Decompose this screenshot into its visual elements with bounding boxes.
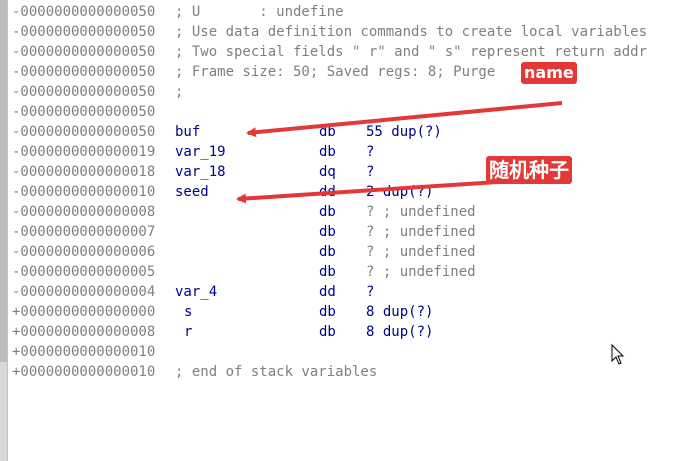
- row-offset: +0000000000000008: [12, 324, 156, 340]
- row-offset: -0000000000000050: [12, 44, 156, 60]
- stack-row[interactable]: -0000000000000008 db ? ; undefined: [12, 202, 679, 222]
- variable-size: 8 dup(?): [366, 304, 434, 320]
- variable-size: 2 dup(?): [366, 184, 434, 200]
- variable-type: db: [319, 224, 336, 240]
- variable-size: ?: [366, 284, 375, 300]
- variable-size: ? ; undefined: [366, 244, 476, 260]
- row-offset: -0000000000000010: [12, 184, 156, 200]
- stack-row[interactable]: -0000000000000010 seed dd 2 dup(?): [12, 182, 679, 202]
- row-comment: ;: [175, 84, 184, 100]
- row-offset: +0000000000000000: [12, 304, 156, 320]
- variable-type: db: [319, 264, 336, 280]
- variable-type: dd: [319, 284, 336, 300]
- variable-name[interactable]: seed: [175, 182, 209, 202]
- variable-size: ? ; undefined: [366, 224, 476, 240]
- stack-row[interactable]: -0000000000000005 db ? ; undefined: [12, 262, 679, 282]
- variable-name[interactable]: r: [184, 322, 192, 342]
- variable-size: ? ; undefined: [366, 264, 476, 280]
- scrollbar-thumb[interactable]: [0, 0, 7, 362]
- variable-name[interactable]: var_4: [175, 282, 217, 302]
- stack-row[interactable]: +0000000000000010: [12, 342, 679, 362]
- stack-row[interactable]: -0000000000000019 var_19 db?: [12, 142, 679, 162]
- variable-size: ?: [366, 144, 375, 160]
- stack-row[interactable]: -0000000000000006 db ? ; undefined: [12, 242, 679, 262]
- stack-row[interactable]: -0000000000000007 db ? ; undefined: [12, 222, 679, 242]
- variable-type: db: [319, 144, 336, 160]
- scrollbar-gutter[interactable]: [0, 0, 8, 461]
- annotation-label-random-seed: 随机种子: [486, 156, 572, 184]
- stack-row[interactable]: -0000000000000050;: [12, 82, 679, 102]
- stack-row[interactable]: -0000000000000050 buf db 55 dup(?): [12, 122, 679, 142]
- row-offset: -0000000000000007: [12, 224, 156, 240]
- stack-row[interactable]: -0000000000000050 ; U : undefine: [12, 2, 679, 22]
- row-offset: +0000000000000010: [12, 344, 156, 360]
- variable-type: db: [319, 124, 336, 140]
- variable-size: 8 dup(?): [366, 324, 434, 340]
- stack-row[interactable]: -0000000000000050: [12, 102, 679, 122]
- stack-row[interactable]: +0000000000000010 ; end of stack variable…: [12, 362, 679, 382]
- annotation-label-name: name: [521, 62, 577, 84]
- row-offset: -0000000000000004: [12, 284, 156, 300]
- variable-type: dq: [319, 164, 336, 180]
- row-comment: ; Use data definition commands to create…: [175, 24, 648, 40]
- stack-row[interactable]: -0000000000000050 ; Frame size: 50; Saved…: [12, 62, 679, 82]
- variable-name[interactable]: s: [184, 302, 192, 322]
- variable-type: db: [319, 324, 336, 340]
- variable-size: ?: [366, 164, 375, 180]
- row-comment: ; Frame size: 50; Saved regs: 8; Purge: [175, 64, 496, 80]
- stack-row[interactable]: +0000000000000008 r db 8 dup(?): [12, 322, 679, 342]
- row-offset: -0000000000000050: [12, 24, 156, 40]
- variable-name[interactable]: var_18: [175, 162, 226, 182]
- variable-name[interactable]: var_19: [175, 142, 226, 162]
- stack-row[interactable]: -0000000000000050 ; Use data definition c…: [12, 22, 679, 42]
- variable-type: dd: [319, 184, 336, 200]
- variable-size: 55 dup(?): [366, 124, 442, 140]
- stack-frame-listing: -0000000000000050; U : undefine -00000000…: [12, 2, 679, 382]
- row-offset: -0000000000000006: [12, 244, 156, 260]
- variable-type: db: [319, 244, 336, 260]
- stack-row[interactable]: -0000000000000018 var_18 dq?: [12, 162, 679, 182]
- row-offset: -0000000000000005: [12, 264, 156, 280]
- row-comment: ; Two special fields " r" and " s" repre…: [175, 44, 648, 60]
- row-offset: -0000000000000050: [12, 84, 156, 100]
- row-offset: -0000000000000050: [12, 4, 156, 20]
- row-offset: -0000000000000008: [12, 204, 156, 220]
- row-offset: -0000000000000050: [12, 64, 156, 80]
- row-offset: +0000000000000010: [12, 364, 156, 380]
- stack-row[interactable]: -0000000000000050 ; Two special fields " …: [12, 42, 679, 62]
- row-offset: -0000000000000019: [12, 144, 156, 160]
- row-comment: ; U : undefine: [175, 4, 344, 20]
- row-offset: -0000000000000050: [12, 104, 156, 120]
- variable-type: db: [319, 204, 336, 220]
- variable-type: db: [319, 304, 336, 320]
- variable-size: ? ; undefined: [366, 204, 476, 220]
- stack-row[interactable]: -0000000000000004 var_4 dd?: [12, 282, 679, 302]
- stack-row[interactable]: +0000000000000000 s db 8 dup(?): [12, 302, 679, 322]
- row-offset: -0000000000000050: [12, 124, 156, 140]
- row-offset: -0000000000000018: [12, 164, 156, 180]
- variable-name[interactable]: buf: [175, 122, 200, 142]
- row-comment: ; end of stack variables: [175, 364, 378, 380]
